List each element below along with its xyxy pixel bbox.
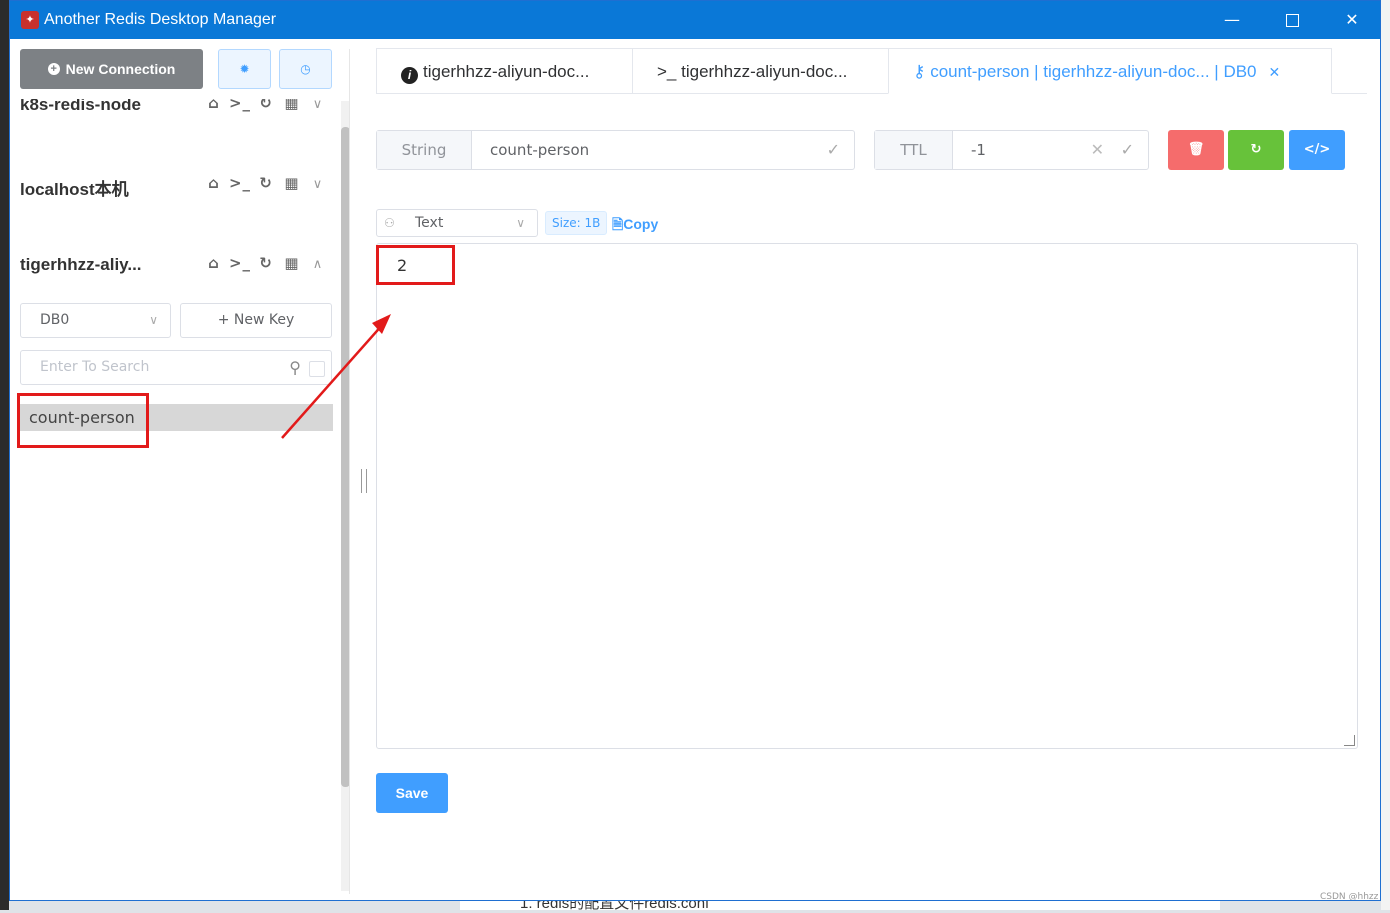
connection-tigerhhzz[interactable]: tigerhhzz-aliy... ⌂ >_ ↻ ▦ ∧ <box>20 251 325 281</box>
connection-name: tigerhhzz-aliy... <box>20 255 142 274</box>
maximize-button[interactable] <box>1263 1 1321 39</box>
confirm-ttl-icon[interactable]: ✓ <box>1121 131 1134 169</box>
resize-handle[interactable] <box>361 469 367 493</box>
refresh-icon[interactable]: ↻ <box>253 174 279 192</box>
ttl-field[interactable]: TTL -1 ✕ ✓ <box>874 130 1149 170</box>
clock-icon: ◷ <box>300 62 311 76</box>
maximize-icon <box>1285 14 1299 27</box>
home-icon[interactable]: ⌂ <box>201 99 227 112</box>
connection-name: localhost本机 <box>20 180 129 199</box>
copy-button[interactable]: 🗎Copy <box>612 214 658 238</box>
connection-actions: ⌂ >_ ↻ ▦ ∨ <box>201 99 325 112</box>
chevron-up-icon[interactable]: ∧ <box>305 257 331 272</box>
tab-key-count-person[interactable]: ⚷ count-person | tigerhhzz-aliyun-doc...… <box>888 48 1332 94</box>
grid-icon[interactable]: ▦ <box>279 174 305 192</box>
title-bar: ✦ Another Redis Desktop Manager — ✕ <box>10 1 1380 39</box>
tab-bar: i tigerhhzz-aliyun-doc... >_ tigerhhzz-al… <box>376 48 1367 94</box>
new-connection-label: New Connection <box>65 61 176 77</box>
app-window: ✦ Another Redis Desktop Manager — ✕ + New… <box>9 0 1381 901</box>
chevron-down-icon[interactable]: ∨ <box>305 177 331 192</box>
minimize-button[interactable]: — <box>1203 1 1261 39</box>
close-window-button[interactable]: ✕ <box>1323 1 1380 39</box>
grid-icon[interactable]: ▦ <box>279 99 305 112</box>
connection-localhost[interactable]: localhost本机 ⌂ >_ ↻ ▦ ∨ <box>20 171 325 201</box>
key-name-field[interactable]: String count-person ✓ <box>376 130 855 170</box>
file-icon: 🗎 <box>612 216 624 232</box>
size-badge: Size: 1B <box>545 211 608 235</box>
tab-connection-info[interactable]: i tigerhhzz-aliyun-doc... <box>376 48 633 93</box>
format-select[interactable]: ⚇ Text ∨ <box>376 209 538 237</box>
settings-button[interactable]: ✹ <box>218 49 271 89</box>
tab-label: tigerhhzz-aliyun-doc... <box>423 62 590 81</box>
terminal-icon[interactable]: >_ <box>227 254 253 272</box>
db-select-value: DB0 <box>40 312 70 328</box>
value-editor[interactable]: 2 <box>376 243 1358 749</box>
pane-divider <box>349 49 350 894</box>
refresh-icon[interactable]: ↻ <box>253 254 279 272</box>
copy-label: Copy <box>623 216 659 232</box>
terminal-icon[interactable]: >_ <box>227 99 253 112</box>
key-type-label: String <box>377 131 472 169</box>
history-button[interactable]: ◷ <box>279 49 332 89</box>
connection-name: k8s-redis-node <box>20 95 141 114</box>
key-icon: ⚷ <box>913 62 931 81</box>
new-connection-button[interactable]: + New Connection <box>20 49 203 89</box>
connection-k8s-redis-node[interactable]: k8s-redis-node ⌂ >_ ↻ ▦ ∨ <box>20 95 325 121</box>
grid-icon[interactable]: ▦ <box>279 254 305 272</box>
search-placeholder: Enter To Search <box>40 359 150 375</box>
terminal-icon: >_ <box>657 62 682 81</box>
desktop-background-left <box>0 0 9 910</box>
connection-actions: ⌂ >_ ↻ ▦ ∨ <box>201 174 331 192</box>
tab-connection-terminal[interactable]: >_ tigerhhzz-aliyun-doc... <box>632 48 889 93</box>
new-key-button[interactable]: + New Key <box>180 303 332 338</box>
gear-icon: ✹ <box>239 62 250 76</box>
sitemap-icon: ⚇ <box>384 216 395 230</box>
value-highlight-box <box>376 245 455 285</box>
dump-command-button[interactable]: </> <box>1289 130 1345 170</box>
exact-search-checkbox[interactable] <box>309 361 325 377</box>
delete-key-button[interactable]: 🗑 <box>1168 130 1224 170</box>
save-button[interactable]: Save <box>376 773 448 813</box>
desktop-background-right <box>1381 0 1390 910</box>
ttl-label: TTL <box>875 131 953 169</box>
search-icon[interactable]: ⚲ <box>289 351 301 384</box>
plus-circle-icon: + <box>47 63 60 76</box>
chevron-down-icon: ∨ <box>516 216 525 230</box>
key-search-input[interactable]: Enter To Search ⚲ <box>20 350 332 385</box>
chevron-down-icon: ∨ <box>149 313 158 327</box>
home-icon[interactable]: ⌂ <box>201 254 227 272</box>
textarea-resize-icon[interactable] <box>1344 735 1355 746</box>
key-highlight-box <box>17 393 149 448</box>
ttl-value[interactable]: -1 <box>971 131 986 169</box>
connection-actions: ⌂ >_ ↻ ▦ ∧ <box>201 254 331 272</box>
db-select[interactable]: DB0 ∨ <box>20 303 171 338</box>
home-icon[interactable]: ⌂ <box>201 174 227 192</box>
refresh-icon[interactable]: ↻ <box>253 99 279 112</box>
code-icon: </> <box>1303 142 1331 157</box>
tab-label: count-person | tigerhhzz-aliyun-doc... |… <box>930 62 1257 81</box>
tab-label: tigerhhzz-aliyun-doc... <box>681 62 848 81</box>
app-logo-icon: ✦ <box>21 11 39 29</box>
key-name-value[interactable]: count-person <box>490 131 589 169</box>
window-title: Another Redis Desktop Manager <box>44 11 277 28</box>
info-icon: i <box>401 67 418 84</box>
watermark: CSDN @hhzz <box>1320 892 1379 901</box>
refresh-key-button[interactable]: ↻ <box>1228 130 1284 170</box>
terminal-icon[interactable]: >_ <box>227 174 253 192</box>
format-select-value: Text <box>415 215 444 231</box>
chevron-down-icon[interactable]: ∨ <box>305 99 325 112</box>
refresh-icon: ↻ <box>1250 142 1262 157</box>
close-tab-icon[interactable]: ✕ <box>1269 64 1281 80</box>
confirm-rename-icon[interactable]: ✓ <box>827 131 840 169</box>
clear-ttl-icon[interactable]: ✕ <box>1091 131 1104 169</box>
trash-icon: 🗑 <box>1187 142 1205 157</box>
